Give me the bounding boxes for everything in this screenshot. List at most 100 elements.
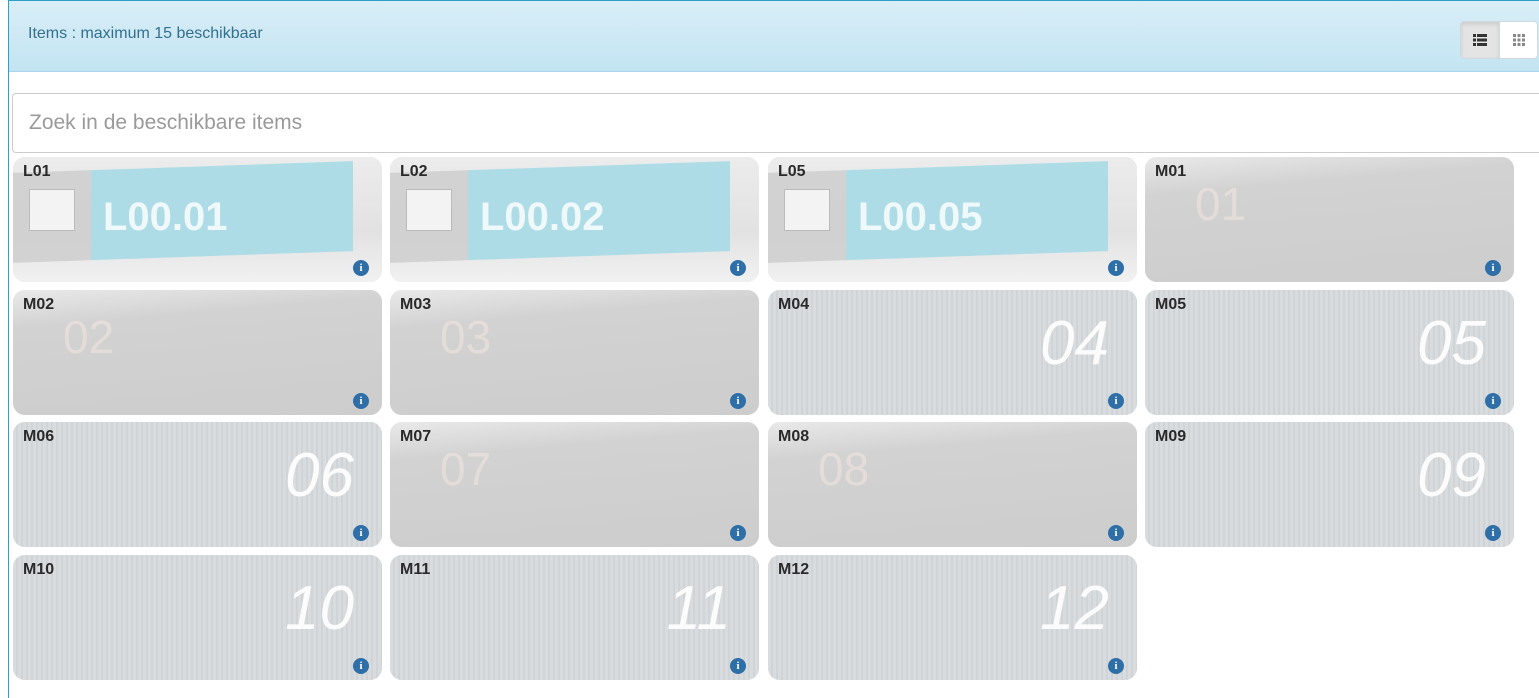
- item-image: 02: [13, 290, 382, 415]
- info-icon[interactable]: i: [353, 260, 369, 276]
- info-icon[interactable]: i: [1485, 260, 1501, 276]
- item-image: 06: [13, 422, 382, 547]
- pictogram-icon: [784, 189, 830, 231]
- list-view-icon: [1473, 34, 1487, 46]
- info-icon-glyph: i: [359, 261, 363, 274]
- item-tile[interactable]: L00.05 L05 i: [768, 157, 1137, 282]
- item-code: L01: [23, 163, 51, 180]
- item-tile[interactable]: 06 M06 i: [13, 422, 382, 547]
- item-image-number: 03: [440, 311, 492, 363]
- info-icon[interactable]: i: [353, 525, 369, 541]
- item-image-number: 10: [285, 574, 354, 643]
- info-icon[interactable]: i: [1485, 393, 1501, 409]
- item-image-number: 07: [440, 443, 492, 495]
- info-icon-glyph: i: [736, 261, 740, 274]
- item-image: L00.01: [13, 157, 382, 282]
- item-code: M12: [778, 561, 810, 578]
- item-image: 11: [390, 555, 759, 680]
- item-code: M08: [778, 428, 810, 445]
- item-image: 04: [768, 290, 1137, 415]
- item-image-number: 09: [1417, 441, 1486, 510]
- item-code: L02: [400, 163, 428, 180]
- item-tile[interactable]: 07 M07 i: [390, 422, 759, 547]
- item-image-number: L00.01: [103, 195, 228, 239]
- item-code: M10: [23, 561, 55, 578]
- info-icon-glyph: i: [1114, 394, 1118, 407]
- info-icon-glyph: i: [1114, 526, 1118, 539]
- item-tile[interactable]: 04 M04 i: [768, 290, 1137, 415]
- item-tile[interactable]: 05 M05 i: [1145, 290, 1514, 415]
- item-tile[interactable]: 11 M11 i: [390, 555, 759, 680]
- panel-heading: Items : maximum 15 beschikbaar: [9, 0, 1539, 72]
- item-image-number: 04: [1040, 309, 1109, 378]
- item-tile[interactable]: 09 M09 i: [1145, 422, 1514, 547]
- item-image-number: 08: [818, 443, 870, 495]
- item-image: 10: [13, 555, 382, 680]
- info-icon-glyph: i: [1491, 394, 1495, 407]
- info-icon[interactable]: i: [1108, 260, 1124, 276]
- item-code: M05: [1155, 296, 1187, 313]
- info-icon-glyph: i: [359, 659, 363, 672]
- grid-view-icon: [1512, 34, 1525, 46]
- item-image: 12: [768, 555, 1137, 680]
- info-icon-glyph: i: [359, 394, 363, 407]
- info-icon-glyph: i: [736, 659, 740, 672]
- item-code: M02: [23, 296, 55, 313]
- item-image-number: 05: [1417, 309, 1486, 378]
- info-icon-glyph: i: [736, 394, 740, 407]
- item-image: 09: [1145, 422, 1514, 547]
- panel-title: Items : maximum 15 beschikbaar: [28, 25, 263, 42]
- info-icon[interactable]: i: [730, 393, 746, 409]
- info-icon-glyph: i: [736, 526, 740, 539]
- info-icon[interactable]: i: [1108, 658, 1124, 674]
- item-tile[interactable]: 08 M08 i: [768, 422, 1137, 547]
- grid-view-button[interactable]: [1499, 22, 1537, 58]
- item-code: L05: [778, 163, 806, 180]
- item-tile[interactable]: L00.01 L01 i: [13, 157, 382, 282]
- item-code: M09: [1155, 428, 1187, 445]
- item-tile[interactable]: 01 M01 i: [1145, 157, 1514, 282]
- item-tile[interactable]: 02 M02 i: [13, 290, 382, 415]
- item-code: M01: [1155, 163, 1187, 180]
- item-tile[interactable]: 10 M10 i: [13, 555, 382, 680]
- info-icon-glyph: i: [1491, 526, 1495, 539]
- info-icon[interactable]: i: [730, 658, 746, 674]
- item-image-number: 06: [285, 441, 354, 510]
- item-image-number: 01: [1195, 178, 1247, 230]
- item-image-number: 11: [666, 574, 731, 643]
- info-icon[interactable]: i: [730, 525, 746, 541]
- info-icon[interactable]: i: [1485, 525, 1501, 541]
- info-icon[interactable]: i: [1108, 393, 1124, 409]
- item-image: 07: [390, 422, 759, 547]
- item-tile[interactable]: 03 M03 i: [390, 290, 759, 415]
- item-image: 01: [1145, 157, 1514, 282]
- item-image-number: L00.02: [480, 195, 605, 239]
- item-image: 03: [390, 290, 759, 415]
- list-view-button[interactable]: [1461, 22, 1499, 58]
- item-code: M04: [778, 296, 810, 313]
- item-tile[interactable]: 12 M12 i: [768, 555, 1137, 680]
- info-icon-glyph: i: [1114, 261, 1118, 274]
- info-icon-glyph: i: [1491, 261, 1495, 274]
- item-code: M06: [23, 428, 55, 445]
- item-image: L00.02: [390, 157, 759, 282]
- info-icon-glyph: i: [359, 526, 363, 539]
- info-icon[interactable]: i: [730, 260, 746, 276]
- pictogram-icon: [406, 189, 452, 231]
- info-icon[interactable]: i: [353, 393, 369, 409]
- items-panel: Items : maximum 15 beschikbaar Zoek in d…: [8, 0, 1539, 698]
- item-code: M11: [400, 561, 431, 578]
- info-icon[interactable]: i: [353, 658, 369, 674]
- item-image-number: 12: [1040, 574, 1109, 643]
- info-icon[interactable]: i: [1108, 525, 1124, 541]
- info-icon-glyph: i: [1114, 659, 1118, 672]
- item-code: M03: [400, 296, 432, 313]
- search-input[interactable]: [12, 93, 1539, 153]
- item-image: 05: [1145, 290, 1514, 415]
- item-tile[interactable]: L00.02 L02 i: [390, 157, 759, 282]
- item-image: 08: [768, 422, 1137, 547]
- item-image: L00.05: [768, 157, 1137, 282]
- item-image-number: L00.05: [858, 195, 983, 239]
- item-image-number: 02: [63, 311, 115, 363]
- view-toggle: [1460, 21, 1538, 59]
